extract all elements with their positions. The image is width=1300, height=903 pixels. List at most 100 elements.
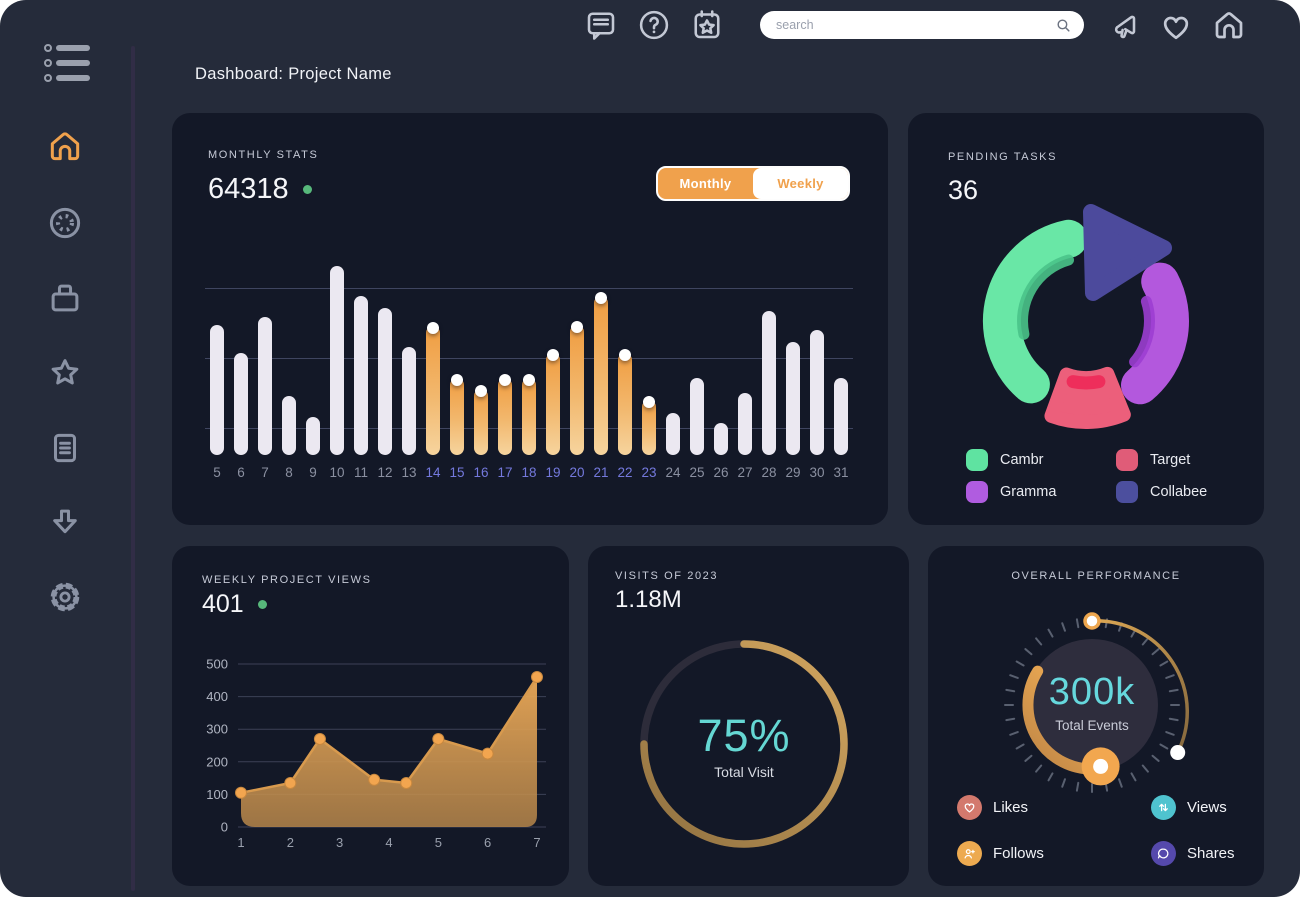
bar-x-label: 8 [277,465,301,480]
bar-day-7 [258,317,272,455]
bar-marker [595,292,607,304]
svg-text:300: 300 [206,722,228,737]
heart-icon[interactable] [1158,9,1194,45]
toggle-weekly-button[interactable]: Weekly [753,168,848,199]
bar-x-label: 5 [205,465,229,480]
megaphone-icon[interactable] [1107,7,1143,43]
monthly-bar-chart [205,260,853,455]
bar-x-label: 26 [709,465,733,480]
calendar-star-icon[interactable] [689,7,725,43]
legend-label: Target [1150,452,1190,468]
bar-x-label: 19 [541,465,565,480]
sidebar-item-favorites[interactable] [46,354,84,392]
bar-x-label: 24 [661,465,685,480]
legend-label: Views [1187,799,1227,816]
bar-day-28 [762,311,776,455]
gauge-value-sub: Total Events [992,718,1192,733]
bar-x-label: 25 [685,465,709,480]
ring-center: 75% Total Visit [594,710,894,780]
visits-percent: 75% [594,710,894,762]
donut-legend-target: Target [1116,449,1190,471]
bar-x-label: 17 [493,465,517,480]
sidebar-item-settings[interactable] [46,578,84,616]
pending-tasks-card: PENDING TASKS 36 CambrTargetGrammaCollab… [908,113,1264,525]
bar-day-31 [834,378,848,455]
svg-text:4: 4 [385,835,392,850]
bar-day-20 [570,325,584,455]
home-icon[interactable] [1211,7,1247,43]
bar-x-label: 23 [637,465,661,480]
help-icon[interactable] [636,7,672,43]
search-input[interactable] [774,17,1055,33]
performance-legend-views: Views [1151,795,1227,820]
monthly-stats-card: MONTHLY STATS 64318 Monthly Weekly 56789… [172,113,888,525]
performance-legend-follows: Follows [957,841,1044,866]
gauge-value: 300k [992,671,1192,714]
bar-marker [475,385,487,397]
bar-marker [571,321,583,333]
bar-x-label: 6 [229,465,253,480]
donut-legend-gramma: Gramma [966,481,1056,503]
bar-day-29 [786,342,800,455]
user-plus-icon [957,841,982,866]
performance-legend-likes: Likes [957,795,1028,820]
sidebar-item-notes[interactable] [46,429,84,467]
download-icon [46,504,84,542]
performance-card: OVERALL PERFORMANCE 300k Total Events Li… [928,546,1264,886]
list-menu-icon[interactable] [44,42,94,84]
svg-text:5: 5 [435,835,442,850]
bar-x-label: 28 [757,465,781,480]
svg-text:1: 1 [237,835,244,850]
legend-label: Follows [993,845,1044,862]
bar-x-label: 27 [733,465,757,480]
legend-label: Likes [993,799,1028,816]
gear-icon [46,578,84,616]
document-icon [46,429,84,467]
bar-x-label: 14 [421,465,445,480]
svg-text:0: 0 [221,820,228,835]
bar-chart-x-labels: 5678910111213141516171819202122232425262… [205,465,853,480]
search-icon[interactable] [1055,17,1072,34]
chat-icon[interactable] [583,7,619,43]
bar-x-label: 20 [565,465,589,480]
bar-day-30 [810,330,824,455]
bar-x-label: 21 [589,465,613,480]
sidebar-item-home[interactable] [46,127,84,165]
bar-day-19 [546,353,560,455]
toggle-monthly-button[interactable]: Monthly [658,168,753,199]
period-toggle: Monthly Weekly [656,166,850,201]
bar-day-10 [330,266,344,455]
bar-x-label: 15 [445,465,469,480]
pending-tasks-donut-chart [961,196,1211,446]
bar-day-16 [474,389,488,455]
svg-text:2: 2 [287,835,294,850]
bar-day-13 [402,347,416,455]
card-label: MONTHLY STATS [208,149,318,161]
legend-swatch [1116,449,1138,471]
bar-x-label: 7 [253,465,277,480]
weekly-area-chart: 50040030020010001234567 [172,546,569,886]
bar-day-11 [354,296,368,455]
bar-day-5 [210,325,224,455]
bar-marker [547,349,559,361]
bar-day-17 [498,378,512,455]
bar-x-label: 9 [301,465,325,480]
bar-day-23 [642,400,656,455]
bar-day-22 [618,353,632,455]
bar-day-27 [738,393,752,455]
sidebar-item-timer[interactable] [46,204,84,242]
status-dot [303,185,312,194]
sidebar-divider [131,46,135,891]
bar-marker [523,374,535,386]
sidebar-item-downloads[interactable] [46,504,84,542]
app-window: Dashboard: Project Name MONTHLY STATS 64… [0,0,1300,897]
heart-icon [957,795,982,820]
bar-day-18 [522,378,536,455]
bar-x-label: 22 [613,465,637,480]
bar-x-label: 29 [781,465,805,480]
bar-marker [427,322,439,334]
chat-bubble-icon [1151,841,1176,866]
sidebar-item-projects[interactable] [46,279,84,317]
bar-day-15 [450,378,464,455]
bar-day-9 [306,417,320,455]
